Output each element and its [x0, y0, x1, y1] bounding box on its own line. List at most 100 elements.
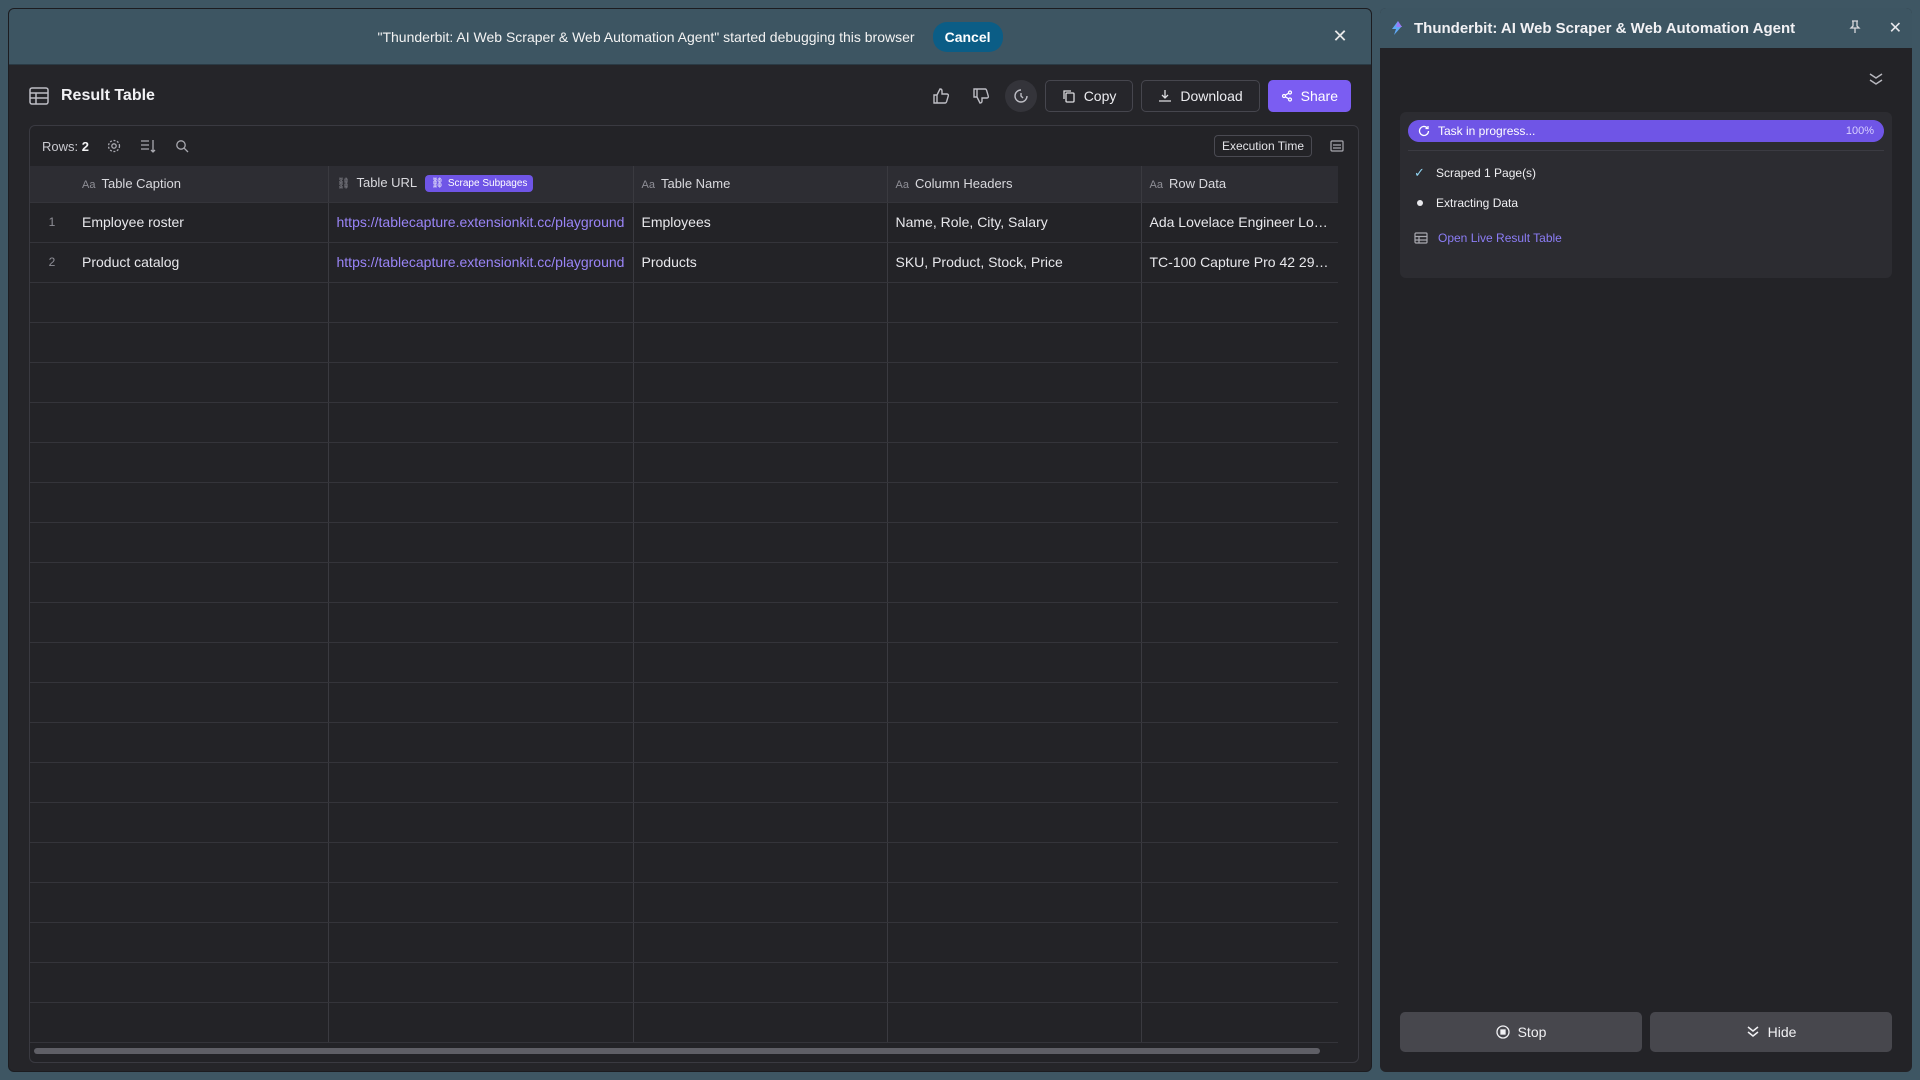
- search-icon[interactable]: [173, 137, 191, 155]
- empty-cell: [30, 482, 74, 523]
- empty-cell: [74, 962, 329, 1003]
- open-live-result-table-link[interactable]: Open Live Result Table: [1414, 231, 1884, 245]
- main-window: "Thunderbit: AI Web Scraper & Web Automa…: [8, 8, 1372, 1072]
- check-icon: ✓: [1414, 165, 1425, 180]
- cell-url[interactable]: https://tablecapture.extensionkit.cc/pla…: [328, 242, 634, 283]
- close-icon[interactable]: ✕: [1889, 18, 1902, 38]
- execution-time-button[interactable]: Execution Time: [1213, 135, 1312, 157]
- open-live-result-label: Open Live Result Table: [1438, 231, 1562, 245]
- divider: [1408, 150, 1884, 151]
- empty-cell: [1141, 322, 1338, 363]
- empty-cell: [1141, 802, 1338, 843]
- download-label: Download: [1180, 88, 1243, 104]
- download-button[interactable]: Download: [1141, 80, 1260, 112]
- thumbs-up-icon[interactable]: [925, 80, 957, 112]
- empty-cell: [328, 882, 634, 923]
- empty-cell: [633, 482, 888, 523]
- hide-label: Hide: [1767, 1024, 1797, 1040]
- column-header-column-headers[interactable]: Aa Column Headers: [887, 166, 1142, 203]
- empty-row: [30, 802, 1338, 843]
- chevron-double-down-icon[interactable]: [1868, 72, 1884, 91]
- empty-cell: [887, 1002, 1142, 1043]
- sort-icon[interactable]: [139, 137, 157, 155]
- empty-cell: [1141, 1002, 1338, 1043]
- cell-url[interactable]: https://tablecapture.extensionkit.cc/pla…: [328, 202, 634, 243]
- empty-cell: [1141, 482, 1338, 523]
- stop-button[interactable]: Stop: [1400, 1012, 1642, 1052]
- empty-cell: [74, 842, 329, 883]
- empty-cell: [887, 402, 1142, 443]
- result-table-title: Result Table: [61, 87, 155, 104]
- empty-cell: [30, 402, 74, 443]
- cancel-debugging-button[interactable]: Cancel: [932, 21, 1003, 52]
- stop-label: Stop: [1517, 1024, 1547, 1040]
- horizontal-scrollbar[interactable]: [34, 1048, 1320, 1054]
- pin-icon[interactable]: [1849, 19, 1861, 37]
- empty-cell: [328, 762, 634, 803]
- table-row[interactable]: 1 Employee roster https://tablecapture.ext…: [30, 202, 1338, 243]
- column-header-table-caption[interactable]: Aa Table Caption: [74, 166, 329, 203]
- progress-percent: 100%: [1845, 125, 1874, 137]
- history-icon[interactable]: [1004, 80, 1037, 112]
- column-header-table-url[interactable]: ⛓ Table URL ⛓ Scrape Subpages: [328, 166, 634, 203]
- empty-cell: [1141, 842, 1338, 883]
- cell-headers: Name, Role, City, Salary: [887, 202, 1142, 243]
- share-icon: [1281, 90, 1292, 102]
- table-row[interactable]: 2 Product catalog https://tablecapture.ext…: [30, 242, 1338, 283]
- empty-cell: [1141, 522, 1338, 563]
- empty-cell: [328, 842, 634, 883]
- empty-row: [30, 602, 1338, 643]
- empty-cell: [887, 682, 1142, 723]
- debugging-message: "Thunderbit: AI Web Scraper & Web Automa…: [377, 28, 915, 45]
- thumbs-down-icon[interactable]: [965, 80, 997, 112]
- copy-icon: [1063, 90, 1075, 103]
- empty-cell: [30, 602, 74, 643]
- empty-cell: [74, 362, 329, 403]
- empty-row: [30, 962, 1338, 1003]
- empty-cell: [328, 1002, 634, 1043]
- empty-cell: [328, 722, 634, 763]
- empty-cell: [887, 802, 1142, 843]
- empty-cell: [30, 362, 74, 403]
- table-toolbar: Rows: 2 Execution Time: [30, 126, 1358, 166]
- empty-row: [30, 322, 1338, 363]
- empty-cell: [30, 762, 74, 803]
- empty-cell: [1141, 922, 1338, 963]
- cell-caption: Product catalog: [74, 242, 329, 283]
- layout-icon[interactable]: [1328, 137, 1346, 155]
- empty-cell: [30, 642, 74, 683]
- empty-cell: [74, 322, 329, 363]
- copy-label: Copy: [1083, 88, 1117, 104]
- copy-button[interactable]: Copy: [1044, 80, 1134, 112]
- empty-cell: [74, 802, 329, 843]
- empty-cell: [328, 522, 634, 563]
- empty-cell: [30, 802, 74, 843]
- column-header-row-data[interactable]: Aa Row Data: [1141, 166, 1338, 203]
- cell-data: Ada Lovelace Engineer London ...: [1141, 202, 1338, 243]
- empty-row: [30, 282, 1338, 323]
- hide-button[interactable]: Hide: [1650, 1012, 1892, 1052]
- empty-cell: [328, 602, 634, 643]
- text-type-icon: Aa: [895, 179, 909, 192]
- share-button[interactable]: Share: [1267, 80, 1351, 112]
- empty-cell: [887, 962, 1142, 1003]
- column-header-table-name[interactable]: Aa Table Name: [633, 166, 888, 203]
- empty-cell: [633, 922, 888, 963]
- empty-row: [30, 562, 1338, 603]
- empty-cell: [30, 722, 74, 763]
- empty-cell: [328, 802, 634, 843]
- settings-icon[interactable]: [105, 137, 123, 155]
- empty-cell: [74, 922, 329, 963]
- empty-cell: [328, 642, 634, 683]
- empty-cell: [30, 922, 74, 963]
- close-icon[interactable]: ✕: [1331, 27, 1349, 45]
- empty-cell: [328, 402, 634, 443]
- empty-cell: [328, 482, 634, 523]
- scrape-subpages-button[interactable]: ⛓ Scrape Subpages: [425, 175, 534, 193]
- empty-cell: [328, 282, 634, 323]
- empty-cell: [887, 282, 1142, 323]
- step-label: Scraped 1 Page(s): [1436, 166, 1537, 180]
- empty-cell: [1141, 602, 1338, 643]
- empty-row: [30, 482, 1338, 523]
- empty-cell: [1141, 682, 1338, 723]
